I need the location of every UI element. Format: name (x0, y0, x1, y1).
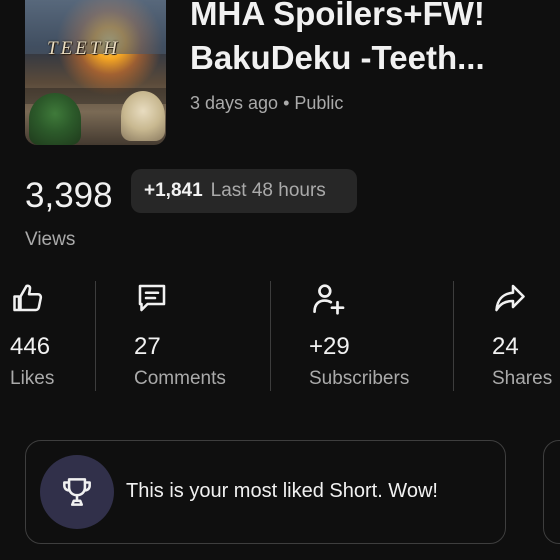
trophy-badge (40, 455, 114, 529)
share-icon (495, 284, 525, 312)
likes-label: Likes (10, 368, 55, 389)
stat-divider (453, 281, 454, 391)
trophy-icon (63, 478, 91, 506)
video-meta: 3 days ago • Public (190, 93, 344, 113)
stat-divider (270, 281, 271, 391)
likes-count: 446 (10, 333, 51, 360)
views-recent-pill: +1,841 Last 48 hours (131, 169, 357, 213)
views-label: Views (25, 229, 76, 250)
thumbnail-caption: TEETH (47, 38, 121, 59)
stat-divider (95, 281, 96, 391)
insight-message: This is your most liked Short. Wow! (126, 480, 438, 502)
subscribers-count: +29 (309, 333, 350, 360)
insight-card[interactable]: This is your most liked Short. Wow! (25, 440, 506, 544)
comment-icon (138, 284, 166, 312)
thumbnail-character-right (121, 91, 165, 141)
video-title-line-2: BakuDeku -Teeth... (190, 39, 485, 76)
comments-count: 27 (134, 333, 161, 360)
views-count: 3,398 (25, 176, 113, 215)
video-title-line-1: MHA Spoilers+FW! (190, 0, 485, 32)
next-insight-card[interactable] (543, 440, 560, 544)
comments-label: Comments (134, 368, 226, 389)
thumbnail-character-left (29, 93, 81, 145)
video-thumbnail[interactable]: TEETH (25, 0, 166, 145)
shares-label: Shares (492, 368, 553, 389)
shares-count: 24 (492, 333, 519, 360)
video-title: MHA Spoilers+FW! BakuDeku -Teeth... (190, 0, 560, 80)
add-person-icon (313, 284, 345, 315)
subscribers-label: Subscribers (309, 368, 410, 389)
views-delta: +1,841 (144, 180, 203, 201)
thumbs-up-icon (13, 284, 43, 312)
views-window: Last 48 hours (210, 180, 326, 201)
